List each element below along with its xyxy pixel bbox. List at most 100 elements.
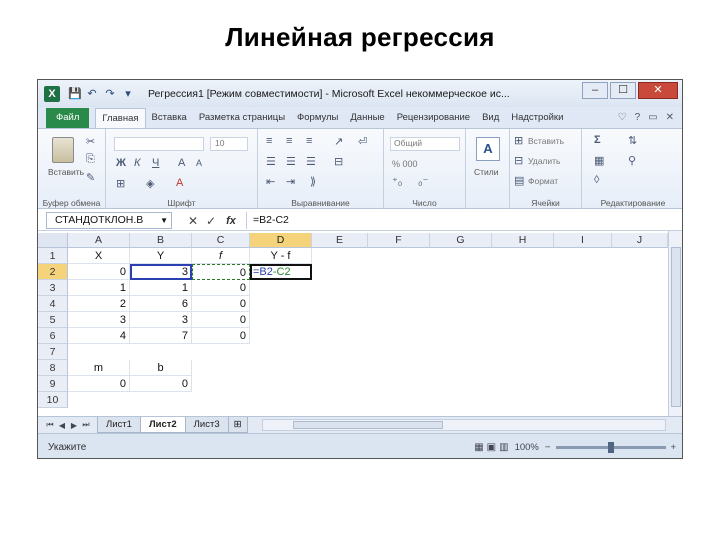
customize-qat-icon[interactable]: ▾ [122, 87, 134, 100]
orientation-icon[interactable]: ↗ [334, 135, 343, 148]
styles-icon[interactable]: A [476, 137, 500, 161]
cell-c1[interactable]: f [192, 248, 250, 264]
shrink-font-icon[interactable]: A [196, 158, 202, 168]
help-icon[interactable]: ? [635, 108, 641, 128]
cut-icon[interactable]: ✂ [86, 135, 95, 148]
new-sheet-icon[interactable]: ⊞ [227, 417, 248, 433]
cell-b5[interactable]: 3 [130, 312, 192, 328]
font-color-icon[interactable]: A [176, 177, 183, 189]
cell-a9[interactable]: 0 [68, 376, 130, 392]
close-workbook-icon[interactable]: ✕ [666, 108, 674, 128]
sheet-tab-3[interactable]: Лист3 [184, 417, 229, 433]
zoom-slider-knob[interactable] [608, 441, 615, 453]
cell-a8[interactable]: m [68, 360, 130, 376]
decrease-indent-icon[interactable]: ⇤ [266, 175, 275, 188]
sheet-tab-1[interactable]: Лист1 [97, 417, 141, 433]
fill-color-icon[interactable]: ◈ [146, 177, 154, 190]
cell-c5[interactable]: 0 [192, 312, 250, 328]
cancel-formula-button[interactable]: ✕ [184, 214, 202, 228]
column-header-e[interactable]: E [312, 233, 368, 248]
chevron-down-icon[interactable]: ▼ [160, 213, 168, 228]
column-header-b[interactable]: B [130, 233, 192, 248]
increase-decimal-icon[interactable]: ⁺₀ [392, 175, 402, 188]
find-select-icon[interactable]: ⚲ [628, 154, 636, 167]
zoom-level[interactable]: 100% [515, 442, 539, 453]
paste-button[interactable]: Вставить [48, 167, 84, 177]
zoom-in-button[interactable]: + [670, 442, 676, 453]
format-cells-icon[interactable]: ▤ [514, 174, 524, 187]
name-box[interactable]: СТАНДОТКЛОН.В ▼ [46, 212, 172, 229]
insert-function-button[interactable]: fx [220, 215, 242, 227]
cell-a3[interactable]: 1 [68, 280, 130, 296]
column-header-a[interactable]: A [68, 233, 130, 248]
page-layout-view-icon[interactable]: ▣ [487, 442, 496, 453]
select-all-button[interactable] [38, 233, 68, 248]
percent-style-button[interactable]: % 000 [392, 159, 418, 169]
bold-button[interactable]: Ж [116, 157, 126, 169]
row-header-5[interactable]: 5 [38, 312, 68, 328]
column-header-c[interactable]: C [192, 233, 250, 248]
horizontal-scrollbar-thumb[interactable] [292, 421, 443, 429]
normal-view-icon[interactable]: ▦ [474, 442, 483, 453]
cell-a2[interactable]: 0 [68, 264, 130, 280]
row-header-2[interactable]: 2 [38, 264, 68, 280]
cell-b3[interactable]: 1 [130, 280, 192, 296]
styles-button[interactable]: Стили [474, 167, 499, 177]
cell-b2[interactable]: 3 [130, 264, 192, 280]
font-size-select[interactable]: 10 [210, 137, 248, 151]
borders-icon[interactable]: ⊞ [116, 177, 125, 190]
underline-button[interactable]: Ч [152, 157, 159, 169]
cell-b8[interactable]: b [130, 360, 192, 376]
column-header-d[interactable]: D [250, 233, 312, 248]
page-break-view-icon[interactable]: ▥ [499, 442, 508, 453]
copy-icon[interactable]: ⎘ [86, 153, 95, 166]
font-name-select[interactable] [114, 137, 204, 151]
format-painter-icon[interactable]: ✎ [86, 171, 95, 184]
favorite-icon[interactable]: ♡ [618, 108, 627, 128]
column-header-g[interactable]: G [430, 233, 492, 248]
cell-b9[interactable]: 0 [130, 376, 192, 392]
cell-a4[interactable]: 2 [68, 296, 130, 312]
tab-file[interactable]: Файл [46, 108, 90, 128]
cell-b6[interactable]: 7 [130, 328, 192, 344]
cell-c2[interactable]: 0 [192, 264, 250, 280]
column-header-f[interactable]: F [368, 233, 430, 248]
next-sheet-icon[interactable]: ▶ [68, 421, 80, 430]
insert-cells-icon[interactable]: ⊞ [514, 134, 523, 147]
row-header-7[interactable]: 7 [38, 344, 68, 360]
tab-addins[interactable]: Надстройки [505, 108, 569, 128]
cell-b1[interactable]: Y [130, 248, 192, 264]
save-icon[interactable]: 💾 [68, 87, 82, 100]
excel-logo-icon[interactable]: X [44, 85, 60, 102]
cell-a1[interactable]: X [68, 248, 130, 264]
vertical-scrollbar-thumb[interactable] [671, 247, 681, 407]
vertical-scrollbar[interactable] [668, 231, 682, 416]
maximize-button[interactable]: ☐ [610, 82, 636, 99]
cell-d1[interactable]: Y - f [250, 248, 312, 264]
fill-icon[interactable]: ▦ [594, 154, 604, 167]
decrease-decimal-icon[interactable]: ₀⁻ [418, 175, 428, 188]
last-sheet-icon[interactable]: ⏭ [80, 420, 92, 430]
align-center-icon[interactable]: ☰ [286, 155, 296, 168]
row-header-4[interactable]: 4 [38, 296, 68, 312]
tab-view[interactable]: Вид [476, 108, 505, 128]
tab-formulas[interactable]: Формулы [291, 108, 344, 128]
autosum-button[interactable]: Σ [594, 134, 601, 146]
row-header-9[interactable]: 9 [38, 376, 68, 392]
wrap-text-icon[interactable]: ⏎ [358, 135, 367, 148]
tab-data[interactable]: Данные [344, 108, 390, 128]
delete-cells-button[interactable]: Удалить [528, 156, 560, 166]
increase-indent-icon[interactable]: ⇥ [286, 175, 295, 188]
text-direction-icon[interactable]: ⟫ [310, 175, 316, 188]
enter-formula-button[interactable]: ✓ [202, 214, 220, 228]
zoom-out-button[interactable]: − [545, 442, 551, 453]
sort-filter-icon[interactable]: ⇅ [628, 134, 637, 147]
row-header-10[interactable]: 10 [38, 392, 68, 408]
prev-sheet-icon[interactable]: ◀ [56, 421, 68, 430]
align-bottom-icon[interactable]: ≡ [306, 135, 312, 147]
tab-insert[interactable]: Вставка [146, 108, 193, 128]
first-sheet-icon[interactable]: ⏮ [44, 420, 56, 430]
merge-cells-icon[interactable]: ⊟ [334, 155, 343, 168]
align-left-icon[interactable]: ☰ [266, 155, 276, 168]
row-header-1[interactable]: 1 [38, 248, 68, 264]
